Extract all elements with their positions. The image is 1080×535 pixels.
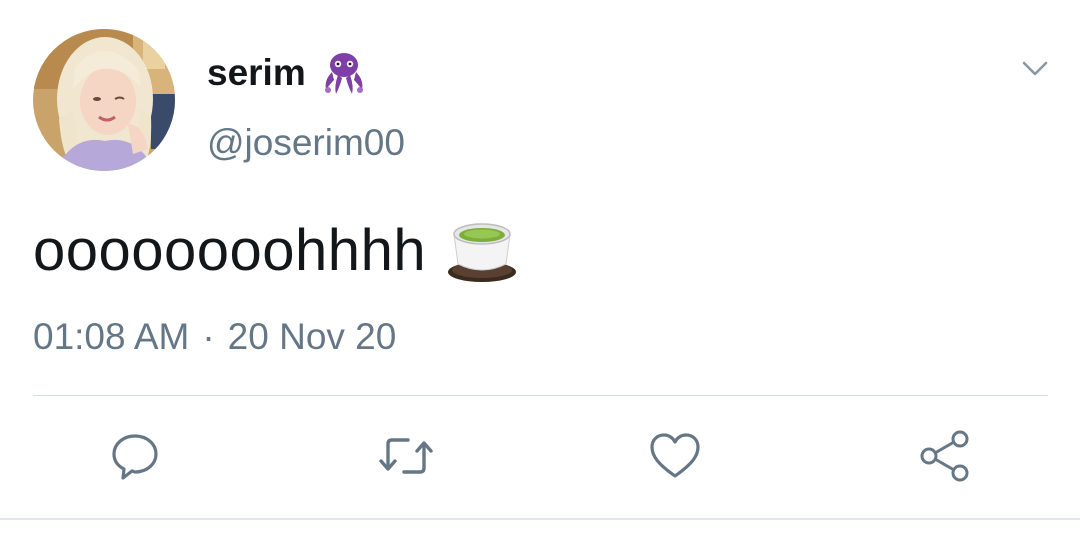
like-button[interactable] xyxy=(647,428,703,484)
share-button[interactable] xyxy=(917,428,973,484)
divider xyxy=(0,518,1080,520)
tweet-timestamp: 01:08 AM · 20 Nov 20 xyxy=(33,312,396,362)
green-tea-emoji-icon xyxy=(446,218,518,284)
tweet-time: 01:08 AM xyxy=(33,316,190,357)
reply-button[interactable] xyxy=(107,428,163,484)
share-icon xyxy=(920,430,969,482)
tweet-body-text: oooooooohhhh xyxy=(33,218,427,283)
chevron-down-icon[interactable] xyxy=(1018,54,1052,84)
user-name-row[interactable]: serim xyxy=(207,48,368,98)
tweet-text: oooooooohhhh xyxy=(33,215,518,287)
reply-icon xyxy=(112,434,158,480)
meta-separator: · xyxy=(202,316,215,357)
divider xyxy=(33,395,1048,396)
retweet-icon xyxy=(379,438,433,474)
avatar[interactable] xyxy=(33,29,175,171)
tweet-date: 20 Nov 20 xyxy=(227,316,397,357)
avatar-photo xyxy=(33,29,175,171)
user-handle[interactable]: @joserim00 xyxy=(207,118,405,168)
display-name[interactable]: serim xyxy=(207,48,306,98)
like-icon xyxy=(650,433,700,478)
retweet-button[interactable] xyxy=(378,428,434,484)
octopus-emoji-icon xyxy=(320,50,368,96)
